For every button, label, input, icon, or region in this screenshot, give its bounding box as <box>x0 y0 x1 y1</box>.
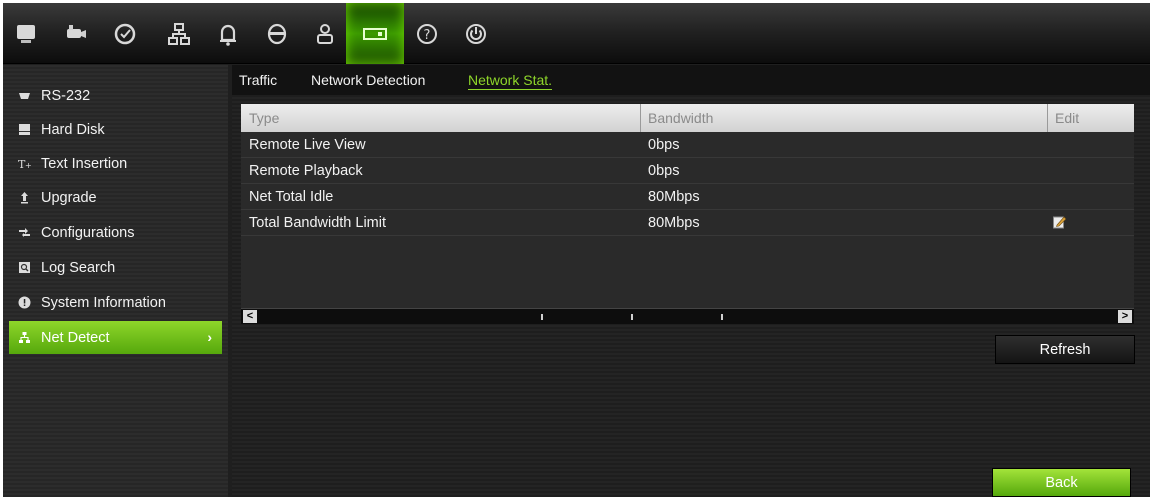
scroll-tick <box>541 314 543 320</box>
column-header-edit: Edit <box>1055 110 1080 126</box>
scroll-tick <box>631 314 633 320</box>
help-icon[interactable]: ? <box>407 3 447 64</box>
row-type: Remote Live View <box>249 137 366 153</box>
row-bandwidth: 0bps <box>648 163 680 179</box>
user-icon[interactable] <box>305 3 345 64</box>
refresh-button[interactable]: Refresh <box>995 335 1135 364</box>
sidebar-item-label: System Information <box>41 294 166 311</box>
recording-icon[interactable] <box>257 3 297 64</box>
sidebar: RS-232 Hard Disk T + Text Insertion Upgra… <box>3 65 228 497</box>
edit-icon[interactable] <box>1053 215 1067 229</box>
svg-text:?: ? <box>424 28 431 43</box>
sidebar-item-upgrade[interactable]: Upgrade <box>9 181 222 214</box>
sidebar-item-label: Configurations <box>41 224 135 241</box>
sidebar-item-hard-disk[interactable]: Hard Disk <box>9 113 222 146</box>
table-row[interactable]: Remote Live View 0bps <box>241 133 1134 158</box>
svg-text:+: + <box>25 161 31 170</box>
bandwidth-table: Type Bandwidth Edit Remote Live View 0bp… <box>241 104 1134 324</box>
sidebar-item-label: Upgrade <box>41 189 97 206</box>
column-header-type: Type <box>249 110 280 126</box>
info-icon <box>18 296 31 309</box>
storage-icon[interactable] <box>346 3 404 64</box>
monitor-icon[interactable] <box>6 3 46 64</box>
scroll-tick <box>721 314 723 320</box>
sidebar-item-label: Hard Disk <box>41 121 105 138</box>
net-detect-icon <box>18 331 31 344</box>
sidebar-item-configurations[interactable]: Configurations <box>9 216 222 249</box>
sidebar-item-label: Log Search <box>41 259 116 276</box>
scroll-left-icon[interactable]: < <box>243 310 257 323</box>
row-bandwidth: 80Mbps <box>648 215 700 231</box>
table-row[interactable]: Total Bandwidth Limit 80Mbps <box>241 211 1134 236</box>
main-panel: Traffic Network Detection Network Stat. … <box>232 65 1150 497</box>
column-divider <box>640 104 641 132</box>
app-window: ? RS-232 Hard Disk T + Text Insertion Upg… <box>3 3 1150 497</box>
sidebar-item-text-insertion[interactable]: T + Text Insertion <box>9 147 222 180</box>
bell-icon[interactable] <box>208 3 248 64</box>
row-type: Net Total Idle <box>249 189 334 205</box>
sidebar-item-log-search[interactable]: Log Search <box>9 251 222 284</box>
rs232-icon <box>18 89 31 102</box>
horizontal-scrollbar[interactable]: < > <box>241 308 1134 324</box>
row-type: Remote Playback <box>249 163 363 179</box>
hard-disk-icon <box>18 123 31 136</box>
table-row[interactable]: Net Total Idle 80Mbps <box>241 185 1134 210</box>
sidebar-item-label: RS-232 <box>41 87 91 104</box>
column-divider <box>1047 104 1048 132</box>
sidebar-item-rs232[interactable]: RS-232 <box>9 79 222 112</box>
camera-icon[interactable] <box>55 3 95 64</box>
upgrade-icon <box>18 191 31 204</box>
network-icon[interactable] <box>159 3 199 64</box>
back-button[interactable]: Back <box>992 468 1131 497</box>
sidebar-item-label: Net Detect <box>41 329 110 346</box>
clock-icon[interactable] <box>105 3 145 64</box>
tab-traffic[interactable]: Traffic <box>239 72 277 88</box>
sidebar-item-label: Text Insertion <box>41 155 128 172</box>
configurations-icon <box>18 226 31 239</box>
column-header-bandwidth: Bandwidth <box>648 110 714 126</box>
row-bandwidth: 80Mbps <box>648 189 700 205</box>
text-insertion-icon: T + <box>18 157 32 171</box>
row-bandwidth: 0bps <box>648 137 680 153</box>
sidebar-item-system-information[interactable]: System Information <box>9 286 222 319</box>
table-row[interactable]: Remote Playback 0bps <box>241 159 1134 184</box>
log-search-icon <box>18 261 31 274</box>
scroll-right-icon[interactable]: > <box>1118 310 1132 323</box>
tab-network-stat[interactable]: Network Stat. <box>468 72 553 90</box>
sidebar-item-net-detect[interactable]: Net Detect › <box>9 321 222 354</box>
power-icon[interactable] <box>456 3 496 64</box>
tab-network-detection[interactable]: Network Detection <box>311 72 425 88</box>
top-toolbar: ? <box>3 3 1150 64</box>
chevron-right-icon: › <box>207 329 212 345</box>
tab-bar: Traffic Network Detection Network Stat. <box>232 65 1150 95</box>
table-header: Type Bandwidth Edit <box>241 104 1134 132</box>
row-type: Total Bandwidth Limit <box>249 215 387 231</box>
